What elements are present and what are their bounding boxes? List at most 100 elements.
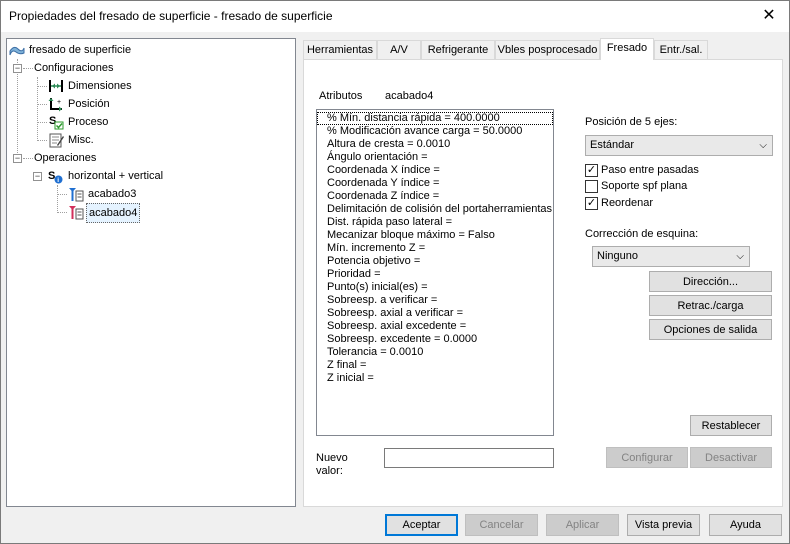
cancelar-button[interactable]: Cancelar	[465, 514, 538, 536]
tree-item-group[interactable]: − S i horizontal + vertical	[29, 167, 289, 185]
tab-herramientas[interactable]: Herramientas	[303, 40, 377, 60]
operation-group-icon: S i	[48, 170, 63, 184]
five-axis-value: Estándar	[590, 139, 635, 151]
restablecer-button[interactable]: Restablecer	[690, 415, 772, 436]
attribute-item[interactable]: Potencia objetivo =	[317, 255, 553, 268]
tree-line	[37, 86, 47, 87]
tree-line	[37, 140, 47, 141]
collapse-icon[interactable]: −	[13, 64, 22, 73]
ayuda-button[interactable]: Ayuda	[709, 514, 782, 536]
tab-refrigerante[interactable]: Refrigerante	[421, 40, 495, 60]
svg-text:S: S	[48, 170, 55, 182]
tree-line	[37, 122, 47, 123]
check-icon: ✓	[585, 197, 598, 210]
attribute-item[interactable]: Ángulo orientación =	[317, 151, 553, 164]
attribute-item[interactable]: Delimitación de colisión del portaherram…	[317, 203, 553, 216]
attribute-item[interactable]: Dist. rápida paso lateral =	[317, 216, 553, 229]
surface-icon	[9, 46, 25, 56]
attribute-item[interactable]: Sobreesp. excedente = 0.0000	[317, 333, 553, 346]
attribute-item[interactable]: Altura de cresta = 0.0010	[317, 138, 553, 151]
tree-label: acabado4	[86, 203, 141, 223]
tree-item-proceso[interactable]: S Proceso	[37, 113, 237, 131]
tab-entr-sal[interactable]: Entr./sal.	[654, 40, 708, 60]
attribute-item[interactable]: Sobreesp. a verificar =	[317, 294, 553, 307]
tree-line	[23, 68, 33, 69]
checkbox-label: Paso entre pasadas	[601, 164, 699, 176]
new-value-input[interactable]	[384, 448, 554, 468]
attribute-item[interactable]: Coordenada X índice =	[317, 164, 553, 177]
tree-item-dimensiones[interactable]: Dimensiones	[37, 77, 237, 95]
tool-operation-icon	[69, 188, 84, 202]
tree-item-posicion[interactable]: + Posición	[37, 95, 237, 113]
checkbox-reordenar[interactable]: ✓ Reordenar	[585, 196, 775, 212]
tree-item-configuraciones[interactable]: − Configuraciones	[9, 59, 289, 77]
checkbox-label: Reordenar	[601, 197, 653, 209]
position-icon: +	[48, 98, 62, 112]
attributes-operation: acabado4	[385, 90, 434, 102]
tree-line	[57, 212, 67, 213]
tab-vbles-posprocesado[interactable]: Vbles posprocesado	[495, 40, 600, 60]
tree-label: fresado de superficie	[29, 44, 132, 56]
collapse-icon[interactable]: −	[33, 172, 42, 181]
checkbox-paso-entre-pasadas[interactable]: ✓ Paso entre pasadas	[585, 163, 775, 179]
check-icon: ✓	[585, 164, 598, 177]
attributes-label: Atributos	[319, 90, 363, 102]
title-bar: Propiedades del fresado de superficie - …	[0, 0, 790, 32]
attribute-item[interactable]: Coordenada Z índice =	[317, 190, 553, 203]
tree-item-misc[interactable]: Misc.	[37, 131, 237, 149]
close-icon[interactable]: ✕	[759, 6, 779, 26]
attribute-item[interactable]: Z final =	[317, 359, 553, 372]
tree-label: Dimensiones	[68, 80, 132, 92]
tree-item-operaciones[interactable]: − Operaciones	[9, 149, 289, 167]
attribute-item[interactable]: Prioridad =	[317, 268, 553, 281]
checkbox-soporte-spf-plana[interactable]: Soporte spf plana	[585, 179, 775, 195]
desactivar-button[interactable]: Desactivar	[690, 447, 772, 468]
svg-text:+: +	[57, 99, 61, 106]
chevron-down-icon: ⌵	[759, 140, 767, 151]
dimensions-icon	[49, 80, 63, 92]
aplicar-button[interactable]: Aplicar	[546, 514, 619, 536]
attribute-item[interactable]: Z inicial =	[317, 372, 553, 385]
five-axis-label: Posición de 5 ejes:	[585, 116, 678, 128]
new-value-label-line2: valor:	[316, 465, 343, 477]
attribute-item[interactable]: % Modificación avance carga = 50.0000	[317, 125, 553, 138]
tree-item-acabado3[interactable]: acabado3	[57, 185, 257, 203]
checkbox-label: Soporte spf plana	[601, 180, 688, 192]
notepad-icon	[49, 133, 64, 148]
tab-fresado[interactable]: Fresado	[600, 38, 654, 60]
tree-line	[23, 158, 33, 159]
new-value-label-line1: Nuevo	[316, 452, 348, 464]
chevron-down-icon: ⌵	[736, 251, 744, 262]
svg-text:i: i	[57, 177, 59, 184]
attribute-item[interactable]: % Mín. distancia rápida = 400.0000	[317, 112, 553, 125]
retrac-carga-button[interactable]: Retrac./carga	[649, 295, 772, 316]
vista-previa-button[interactable]: Vista previa	[627, 514, 700, 536]
tree-label: horizontal + vertical	[68, 170, 164, 182]
tree-item-acabado4[interactable]: acabado4	[57, 203, 257, 223]
corner-correction-label: Corrección de esquina:	[585, 228, 699, 240]
aceptar-button[interactable]: Aceptar	[385, 514, 458, 536]
tree-label: Proceso	[68, 116, 109, 128]
corner-correction-dropdown[interactable]: Ninguno ⌵	[592, 246, 750, 267]
collapse-icon[interactable]: −	[13, 154, 22, 163]
attribute-item[interactable]: Coordenada Y índice =	[317, 177, 553, 190]
attribute-item[interactable]: Mecanizar bloque máximo = Falso	[317, 229, 553, 242]
attribute-item[interactable]: Mín. incremento Z =	[317, 242, 553, 255]
opciones-salida-button[interactable]: Opciones de salida	[649, 319, 772, 340]
direccion-button[interactable]: Dirección...	[649, 271, 772, 292]
tree-line	[57, 194, 67, 195]
attribute-item[interactable]: Sobreesp. axial excedente =	[317, 320, 553, 333]
tool-operation-icon	[69, 206, 84, 220]
tree-label: Posición	[68, 98, 110, 110]
tree-label: Configuraciones	[34, 62, 114, 74]
tab-av[interactable]: A/V	[377, 40, 421, 60]
configurar-button[interactable]: Configurar	[606, 447, 688, 468]
tree-label: Operaciones	[34, 152, 97, 164]
attribute-item[interactable]: Punto(s) inicial(es) =	[317, 281, 553, 294]
attribute-item[interactable]: Sobreesp. axial a verificar =	[317, 307, 553, 320]
operation-tree[interactable]: fresado de superficie − Configuraciones …	[6, 38, 296, 507]
tree-item-root[interactable]: fresado de superficie	[9, 41, 289, 59]
attribute-item[interactable]: Tolerancia = 0.0010	[317, 346, 553, 359]
attributes-list[interactable]: % Mín. distancia rápida = 400.0000% Modi…	[316, 109, 554, 436]
five-axis-dropdown[interactable]: Estándar ⌵	[585, 135, 773, 156]
